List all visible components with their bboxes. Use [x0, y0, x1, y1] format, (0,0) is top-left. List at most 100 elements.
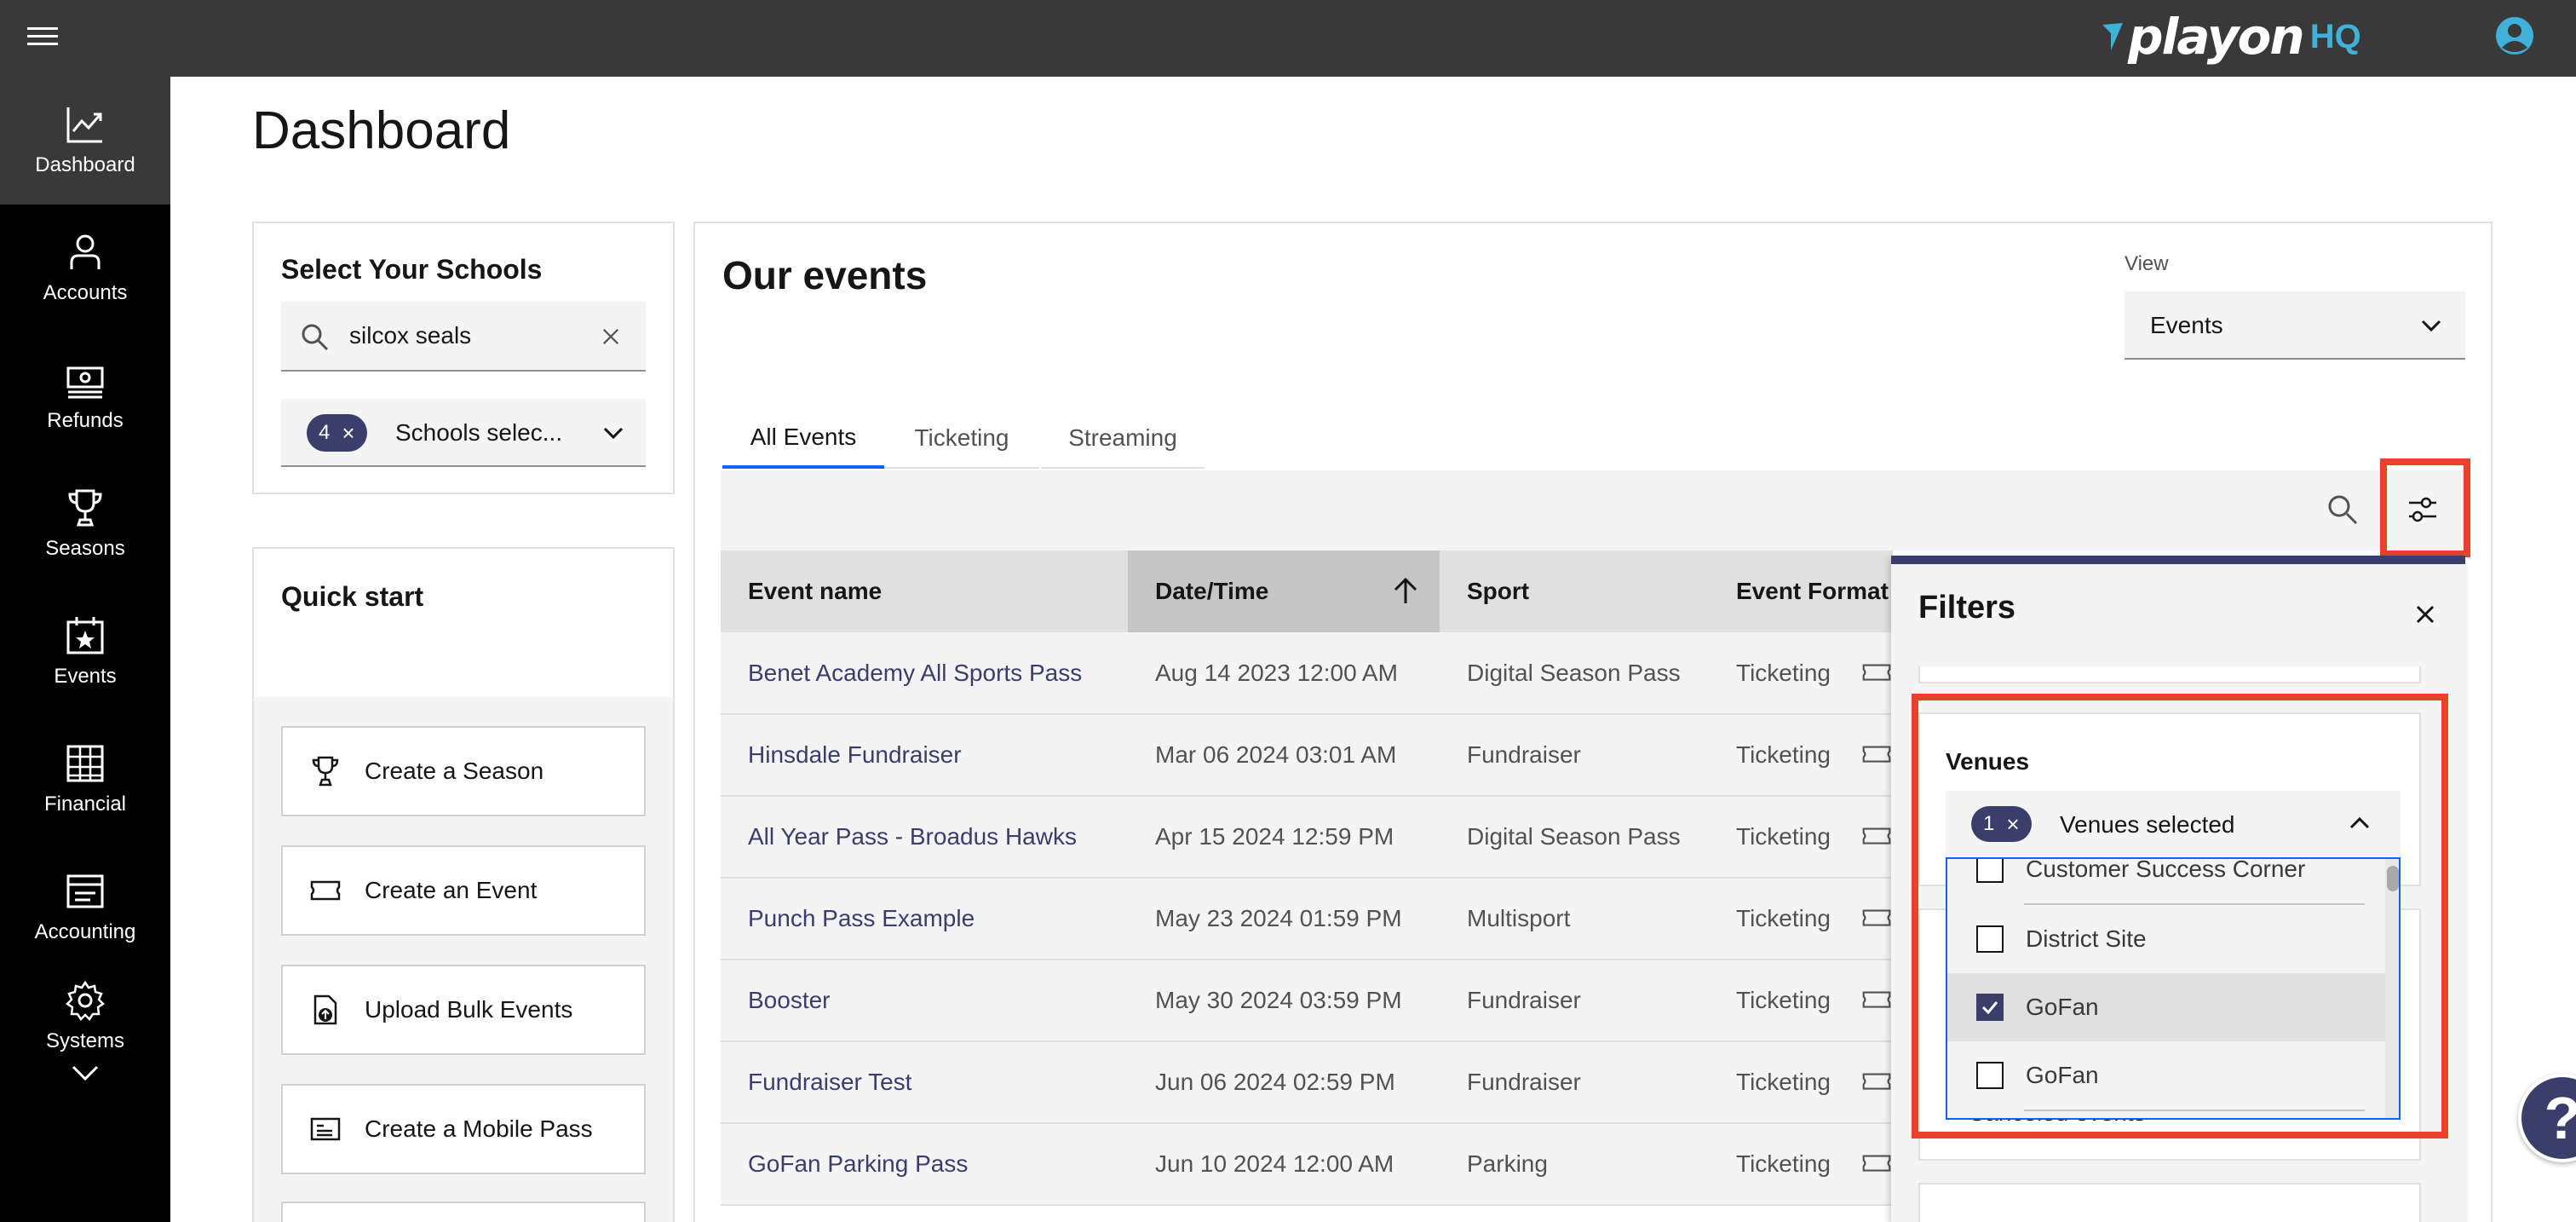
column-header-event-name[interactable]: Event name [721, 550, 1128, 632]
nav-label: Accounts [43, 281, 128, 304]
ticket-icon [1862, 827, 1891, 844]
logo-wing-icon [2102, 23, 2123, 50]
schools-multiselect[interactable]: 4 × Schools selec... [281, 399, 646, 467]
gear-icon [66, 980, 105, 1021]
user-avatar-icon[interactable] [2494, 15, 2535, 56]
nav-label: Dashboard [35, 153, 135, 176]
filter-section-previous [1918, 666, 2421, 683]
card-icon [310, 1117, 341, 1141]
table-row[interactable]: Hinsdale Fundraiser Mar 06 2024 03:01 AM… [721, 714, 1893, 797]
event-sport: Fundraiser [1440, 714, 1709, 797]
schools-selected-label: Schools selec... [395, 419, 563, 446]
tab-all-events[interactable]: All Events [722, 409, 884, 469]
chevron-down-icon[interactable] [72, 1065, 99, 1082]
help-button[interactable]: ? [2518, 1074, 2576, 1162]
nav-item-events[interactable]: Events [0, 588, 170, 716]
sort-ascending-icon[interactable] [1390, 576, 1421, 607]
schools-selected-count: 4 [319, 421, 331, 444]
table-row[interactable]: All Year Pass - Broadus Hawks Apr 15 202… [721, 796, 1893, 879]
table-row[interactable]: Booster May 30 2024 03:59 PM Fundraiser … [721, 960, 1893, 1042]
school-search-input[interactable]: silcox seals [281, 302, 646, 372]
tab-ticketing[interactable]: Ticketing [884, 409, 1039, 469]
ticket-icon [1862, 1073, 1891, 1090]
filters-title: Filters [1918, 590, 2016, 625]
event-sport: Digital Season Pass [1440, 632, 1709, 715]
chevron-down-icon[interactable] [601, 421, 625, 445]
quick-start-title: Quick start [281, 581, 424, 612]
quick-start-more-button[interactable] [281, 1202, 646, 1222]
user-icon [70, 234, 101, 269]
view-label: View [2125, 252, 2169, 275]
filter-icon[interactable] [2406, 493, 2440, 527]
table-row[interactable]: Punch Pass Example May 23 2024 01:59 PM … [721, 878, 1893, 960]
event-date: Mar 06 2024 03:01 AM [1128, 714, 1440, 797]
view-select[interactable]: Events [2125, 291, 2465, 360]
clear-search-icon[interactable] [601, 327, 620, 346]
event-name-link[interactable]: GoFan Parking Pass [721, 1123, 1128, 1206]
side-navigation: Dashboard Accounts Refunds Seasons Event… [0, 77, 170, 1222]
nav-item-seasons[interactable]: Seasons [0, 460, 170, 588]
ticket-icon [1862, 1155, 1891, 1172]
column-header-sport[interactable]: Sport [1440, 550, 1709, 632]
table-row[interactable]: Fundraiser Test Jun 06 2024 02:59 PM Fun… [721, 1041, 1893, 1124]
brand-suffix: HQ [2309, 17, 2361, 55]
calendar-star-icon [66, 617, 104, 654]
money-icon [66, 366, 104, 399]
search-icon[interactable] [2326, 493, 2360, 527]
column-header-date-time[interactable]: Date/Time [1128, 550, 1440, 632]
event-name-link[interactable]: Fundraiser Test [721, 1041, 1128, 1124]
nav-label: Financial [43, 793, 127, 816]
event-sport: Fundraiser [1440, 1041, 1709, 1124]
event-sport: Fundraiser [1440, 960, 1709, 1042]
button-label: Create a Season [365, 758, 544, 784]
create-mobile-pass-button[interactable]: Create a Mobile Pass [281, 1084, 646, 1174]
button-label: Upload Bulk Events [365, 996, 573, 1023]
ticket-icon [1862, 991, 1891, 1008]
event-name-link[interactable]: Punch Pass Example [721, 878, 1128, 960]
event-date: May 23 2024 01:59 PM [1128, 878, 1440, 960]
page-title: Dashboard [252, 101, 511, 160]
event-sport: Multisport [1440, 878, 1709, 960]
table-row[interactable]: GoFan Parking Pass Jun 10 2024 12:00 AM … [721, 1123, 1893, 1206]
create-event-button[interactable]: Create an Event [281, 845, 646, 936]
nav-item-accounting[interactable]: Accounting [0, 844, 170, 971]
tab-streaming[interactable]: Streaming [1041, 409, 1205, 469]
playon-hq-logo[interactable]: playon HQ [2101, 7, 2361, 66]
create-season-button[interactable]: Create a Season [281, 726, 646, 816]
upload-bulk-events-button[interactable]: Upload Bulk Events [281, 965, 646, 1055]
button-label: Create an Event [365, 877, 538, 903]
schools-selected-tag[interactable]: 4 × [307, 414, 367, 452]
chart-icon [66, 107, 102, 143]
event-date: May 30 2024 03:59 PM [1128, 960, 1440, 1042]
view-select-value: Events [2150, 312, 2223, 338]
column-header-event-format[interactable]: Event Format [1709, 550, 1893, 632]
highlight-box [1912, 694, 2448, 1138]
nav-item-accounts[interactable]: Accounts [0, 205, 170, 332]
table-row[interactable]: Benet Academy All Sports Pass Aug 14 202… [721, 632, 1893, 715]
column-header-label: Date/Time [1155, 578, 1269, 604]
nav-label: Events [54, 665, 117, 688]
events-table: Event name Date/Time Sport Event Format … [721, 550, 1893, 1206]
clear-schools-icon[interactable]: × [342, 420, 354, 447]
event-name-link[interactable]: Booster [721, 960, 1128, 1042]
event-date: Apr 15 2024 12:59 PM [1128, 796, 1440, 879]
brand-name: playon [2128, 8, 2305, 66]
ticket-icon [310, 880, 341, 901]
event-name-link[interactable]: Benet Academy All Sports Pass [721, 632, 1128, 715]
ticket-icon [1862, 909, 1891, 926]
chevron-down-icon [2421, 320, 2441, 332]
search-icon [302, 324, 329, 351]
filter-section-next [1918, 1183, 2421, 1222]
nav-item-dashboard[interactable]: Dashboard [0, 77, 170, 205]
event-name-link[interactable]: All Year Pass - Broadus Hawks [721, 796, 1128, 879]
grid-icon [66, 745, 104, 782]
event-name-link[interactable]: Hinsdale Fundraiser [721, 714, 1128, 797]
nav-label: Seasons [45, 537, 125, 560]
trophy-icon [68, 489, 102, 527]
close-icon[interactable] [2412, 602, 2438, 627]
hamburger-menu-icon[interactable] [27, 22, 58, 53]
nav-item-systems[interactable]: Systems [0, 963, 170, 1108]
nav-item-refunds[interactable]: Refunds [0, 332, 170, 460]
nav-item-financial[interactable]: Financial [0, 716, 170, 844]
school-search-value: silcox seals [349, 322, 472, 349]
